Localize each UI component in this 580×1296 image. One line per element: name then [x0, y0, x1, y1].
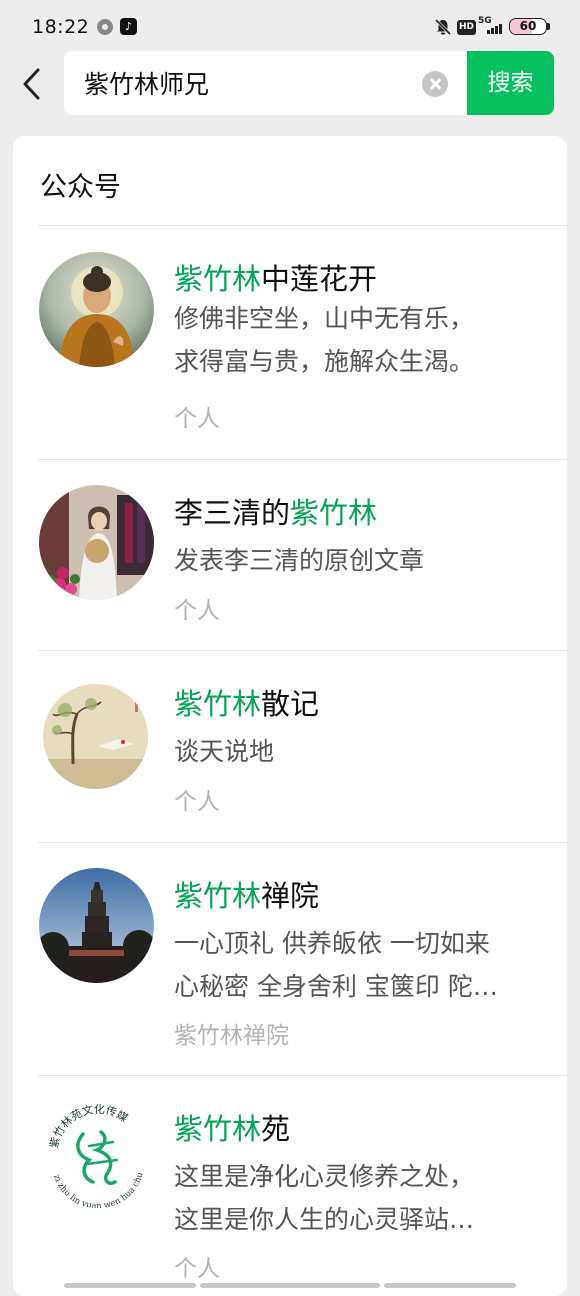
- home-indicator: [64, 1283, 196, 1288]
- bell-off-icon: [434, 18, 452, 36]
- account-description: 一心顶礼 供养皈依 一切如来 心秘密 全身舍利 宝箧印 陀…: [174, 929, 498, 1001]
- avatar: [43, 684, 148, 789]
- account-item[interactable]: 紫竹林中莲花开 修佛非空坐，山中无有乐， 求得富与贵，施解众生渴。 个人: [13, 226, 567, 459]
- search-query: 紫竹林师兄: [84, 70, 210, 99]
- results-card: 公众号 紫竹林中莲花开 修佛非空坐，山中无有乐， 求得富与贵，施解众生渴。 个人…: [13, 136, 567, 1296]
- account-item[interactable]: 紫竹林苑文化传媒 zi zhu lin yuan wen hua chuan m…: [13, 1076, 567, 1296]
- account-description: 谈天说地: [174, 737, 275, 766]
- account-name: 紫竹林散记: [174, 687, 320, 721]
- battery-level: 60: [519, 19, 537, 33]
- avatar: [39, 252, 154, 367]
- notification-app-icon: [97, 19, 113, 35]
- account-item[interactable]: 紫竹林禅院 一心顶礼 供养皈依 一切如来 心秘密 全身舍利 宝箧印 陀… 紫竹林…: [13, 843, 567, 1075]
- home-indicator: [384, 1283, 516, 1288]
- account-type: 个人: [174, 789, 220, 815]
- account-description: 发表李三清的原创文章: [174, 546, 425, 575]
- search-button[interactable]: 搜索: [467, 51, 554, 115]
- section-title: 公众号: [40, 172, 121, 203]
- clear-icon[interactable]: [422, 71, 448, 97]
- account-type: 个人: [174, 406, 220, 432]
- account-name: 紫竹林苑: [174, 1112, 291, 1146]
- battery-icon: 60: [509, 18, 547, 35]
- account-description: 这里是净化心灵修养之处， 这里是你人生的心灵驿站…: [174, 1162, 475, 1234]
- avatar: [39, 868, 154, 983]
- back-button[interactable]: [18, 62, 54, 106]
- avatar: [39, 485, 154, 600]
- account-type: 紫竹林禅院: [174, 1023, 289, 1049]
- network-type: 5G: [478, 16, 492, 26]
- chevron-left-icon: [23, 68, 40, 100]
- account-type: 个人: [174, 598, 220, 624]
- account-name: 紫竹林中莲花开: [174, 262, 378, 296]
- tiktok-icon: ♪: [120, 18, 137, 35]
- account-name: 李三清的紫竹林: [174, 496, 378, 530]
- account-item[interactable]: 紫竹林散记 谈天说地 个人: [13, 651, 567, 842]
- logo: 紫竹林苑文化传媒 zi zhu lin yuan wen hua chuan m…: [43, 1098, 153, 1208]
- hd-badge: HD: [457, 20, 477, 35]
- account-item[interactable]: 李三清的紫竹林 发表李三清的原创文章 个人: [13, 460, 567, 650]
- account-name: 紫竹林禅院: [174, 879, 320, 913]
- search-input[interactable]: 紫竹林师兄: [64, 51, 468, 115]
- status-time: 18:22: [32, 16, 90, 38]
- status-bar: 18:22 ♪ HD 5G 60: [0, 0, 580, 52]
- account-description: 修佛非空坐，山中无有乐， 求得富与贵，施解众生渴。: [174, 304, 475, 376]
- home-indicator: [200, 1283, 380, 1288]
- signal-icon: 5G: [478, 16, 504, 36]
- account-type: 个人: [174, 1256, 220, 1282]
